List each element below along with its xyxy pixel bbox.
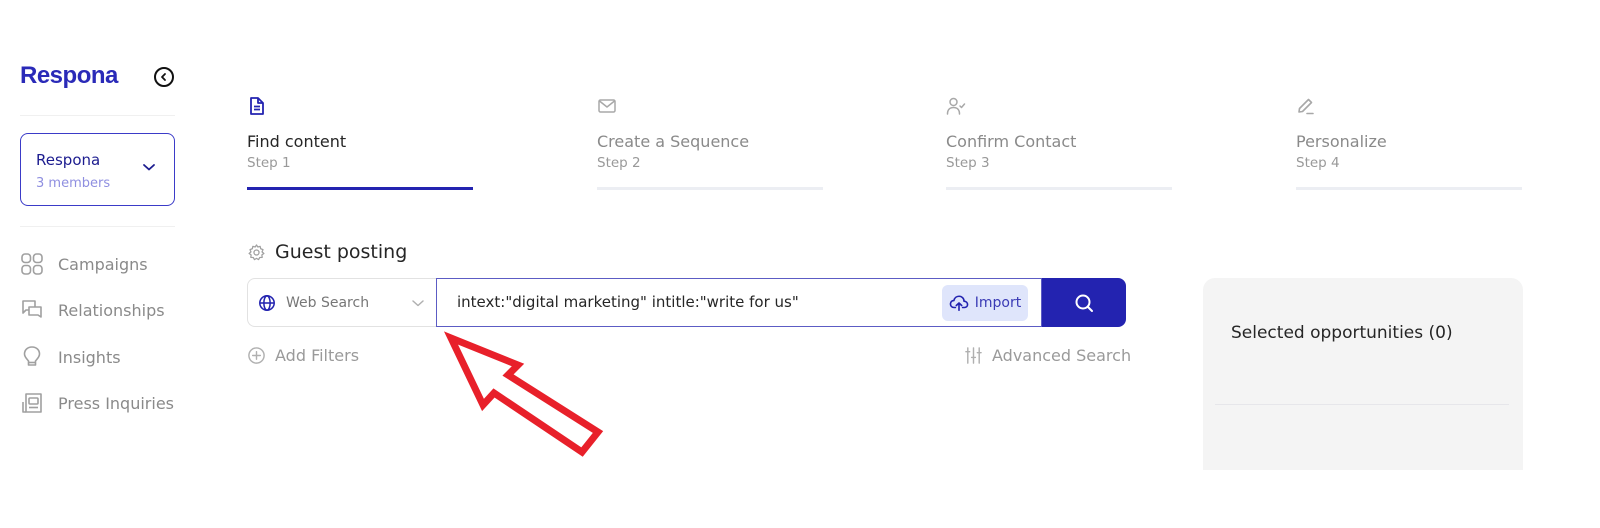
step-confirm-contact[interactable]: Confirm Contact Step 3 — [946, 96, 1172, 192]
search-query-input[interactable] — [457, 293, 927, 311]
sidebar-item-label: Insights — [58, 347, 121, 367]
sidebar-item-label: Campaigns — [58, 254, 148, 274]
step-number: Step 2 — [597, 155, 641, 171]
sidebar-divider — [20, 226, 175, 227]
campaign-title[interactable]: Guest posting — [247, 241, 407, 263]
step-title: Find content — [247, 132, 347, 151]
step-progress-bar — [946, 187, 1172, 190]
document-icon — [250, 97, 264, 115]
panel-divider — [1215, 404, 1509, 405]
workspace-selector[interactable]: Respona 3 members — [20, 133, 175, 206]
chevron-down-icon — [412, 300, 424, 307]
user-check-icon — [946, 97, 966, 115]
campaign-name: Guest posting — [275, 241, 408, 263]
step-progress-bar — [597, 187, 823, 190]
advanced-search-label: Advanced Search — [992, 346, 1132, 365]
workspace-name: Respona — [36, 151, 101, 169]
plus-circle-icon — [248, 347, 265, 364]
sidebar-item-insights[interactable]: Insights — [20, 343, 121, 371]
search-type-dropdown[interactable]: Web Search — [247, 278, 437, 327]
grid-icon — [20, 252, 44, 276]
advanced-search-button[interactable]: Advanced Search — [964, 346, 1131, 365]
gear-icon[interactable] — [247, 243, 266, 262]
add-filters-button[interactable]: Add Filters — [247, 346, 359, 365]
sidebar-item-campaigns[interactable]: Campaigns — [20, 250, 148, 278]
import-button[interactable]: Import — [942, 285, 1028, 321]
step-title: Create a Sequence — [597, 132, 750, 151]
sidebar-divider — [20, 115, 175, 116]
mail-icon — [598, 99, 616, 113]
step-find-content[interactable]: Find content Step 1 — [247, 96, 473, 192]
newspaper-icon — [20, 391, 44, 415]
workspace-members: 3 members — [36, 176, 111, 191]
search-type-label: Web Search — [286, 295, 370, 311]
step-create-sequence[interactable]: Create a Sequence Step 2 — [597, 96, 823, 192]
sidebar-item-label: Press Inquiries — [58, 393, 174, 413]
step-title: Personalize — [1296, 132, 1387, 151]
search-field[interactable]: Import — [436, 278, 1042, 327]
step-title: Confirm Contact — [946, 132, 1077, 151]
selected-opportunities-panel: Selected opportunities (0) — [1203, 278, 1523, 470]
sidebar-item-press-inquiries[interactable]: Press Inquiries — [20, 389, 174, 417]
search-button[interactable] — [1042, 278, 1126, 327]
step-number: Step 4 — [1296, 155, 1340, 171]
step-number: Step 3 — [946, 155, 990, 171]
selected-opportunities-title: Selected opportunities (0) — [1231, 323, 1453, 343]
pencil-icon — [1298, 98, 1314, 115]
chat-bubbles-icon — [20, 298, 44, 322]
step-progress-bar — [1296, 187, 1522, 190]
step-number: Step 1 — [247, 155, 291, 171]
add-filters-label: Add Filters — [275, 346, 360, 365]
annotation-arrow-icon — [443, 331, 604, 457]
chevron-left-icon — [161, 73, 166, 81]
sliders-icon — [965, 347, 982, 364]
lightbulb-icon — [20, 345, 44, 369]
logo: Respona — [20, 62, 118, 89]
import-label: Import — [974, 295, 1022, 311]
cloud-upload-icon — [949, 295, 969, 312]
globe-icon — [259, 295, 275, 311]
sidebar-item-relationships[interactable]: Relationships — [20, 296, 165, 324]
step-progress-bar — [247, 187, 473, 190]
search-icon — [1075, 294, 1093, 312]
sidebar-item-label: Relationships — [58, 300, 165, 320]
step-personalize[interactable]: Personalize Step 4 — [1296, 96, 1522, 192]
collapse-sidebar-button[interactable] — [154, 67, 174, 87]
chevron-down-icon — [143, 164, 155, 171]
